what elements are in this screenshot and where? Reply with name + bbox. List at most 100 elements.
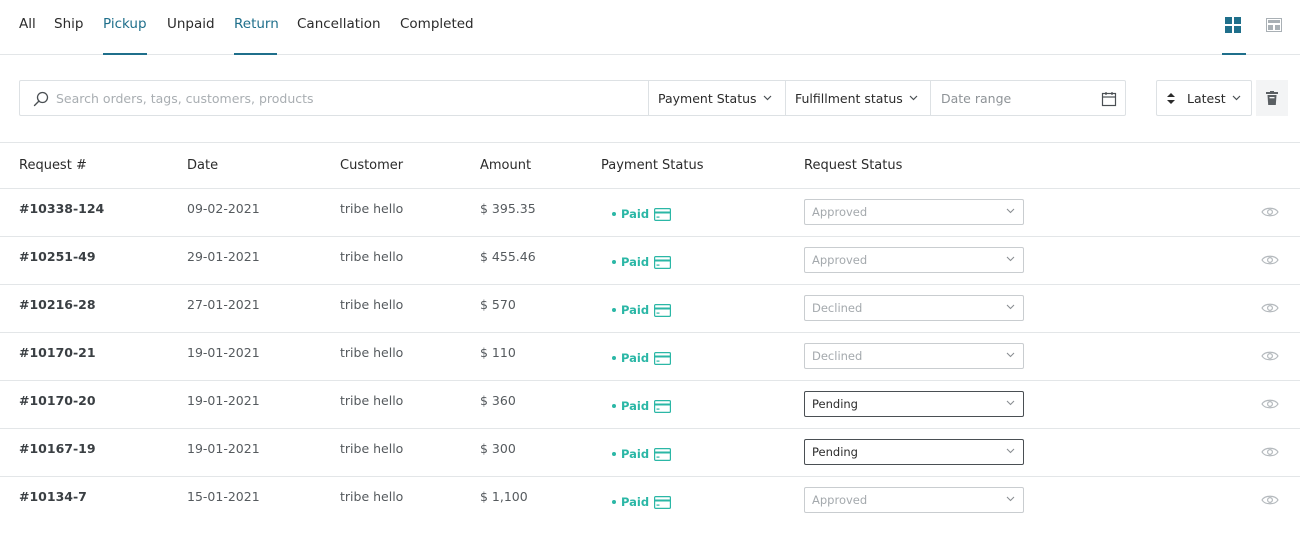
chevron-down-icon xyxy=(1006,496,1015,502)
request-number[interactable]: #10134-7 xyxy=(19,489,87,504)
header-customer: Customer xyxy=(340,158,404,173)
request-status-value: Declined xyxy=(812,349,863,363)
request-date: 09-02-2021 xyxy=(187,201,260,216)
payment-status-filter[interactable]: Payment Status xyxy=(649,81,786,115)
search-icon xyxy=(33,91,49,107)
grid-view-icon[interactable] xyxy=(1225,17,1241,33)
payment-status-badge: Paid xyxy=(612,207,672,221)
customer-name: tribe hello xyxy=(340,345,404,360)
eye-icon[interactable] xyxy=(1261,254,1279,266)
credit-card-icon xyxy=(654,207,672,221)
request-number[interactable]: #10338-124 xyxy=(19,201,104,216)
payment-status-label: Paid xyxy=(621,207,650,221)
delete-button[interactable] xyxy=(1256,80,1288,116)
table-body: #10338-124 09-02-2021 tribe hello $ 395.… xyxy=(0,189,1300,525)
request-status-select[interactable]: Pending xyxy=(804,439,1024,465)
request-amount: $ 570 xyxy=(480,297,516,312)
tab-ship[interactable]: Ship xyxy=(54,16,83,32)
tab-pickup[interactable]: Pickup xyxy=(103,16,147,32)
order-tabs: All Ship Pickup Unpaid Return Cancellati… xyxy=(0,0,1300,55)
request-status-value: Pending xyxy=(812,445,858,459)
request-status-select[interactable]: Approved xyxy=(804,247,1024,273)
payment-status-badge: Paid xyxy=(612,303,672,317)
request-status-value: Pending xyxy=(812,397,858,411)
request-number[interactable]: #10251-49 xyxy=(19,249,96,264)
header-payment-status: Payment Status xyxy=(601,158,704,173)
sort-label: Latest xyxy=(1187,90,1226,106)
eye-icon[interactable] xyxy=(1261,446,1279,458)
tab-all[interactable]: All xyxy=(19,16,36,32)
request-number[interactable]: #10170-20 xyxy=(19,393,96,408)
payment-status-badge: Paid xyxy=(612,255,672,269)
chevron-down-icon xyxy=(1006,304,1015,310)
status-dot xyxy=(612,500,616,504)
payment-status-label: Paid xyxy=(621,303,650,317)
customer-name: tribe hello xyxy=(340,201,404,216)
credit-card-icon xyxy=(654,447,672,461)
filter-bar: Payment Status Fulfillment status Date r… xyxy=(19,80,1126,116)
fulfillment-status-filter-label: Fulfillment status xyxy=(795,90,903,106)
request-status-select[interactable]: Declined xyxy=(804,295,1024,321)
eye-icon[interactable] xyxy=(1261,398,1279,410)
request-number[interactable]: #10216-28 xyxy=(19,297,96,312)
request-date: 19-01-2021 xyxy=(187,345,260,360)
tab-return[interactable]: Return xyxy=(234,16,279,32)
credit-card-icon xyxy=(654,303,672,317)
header-request-status: Request Status xyxy=(804,158,903,173)
request-number[interactable]: #10170-21 xyxy=(19,345,96,360)
table-row: #10251-49 29-01-2021 tribe hello $ 455.4… xyxy=(0,237,1300,285)
request-amount: $ 455.46 xyxy=(480,249,536,264)
customer-name: tribe hello xyxy=(340,297,404,312)
credit-card-icon xyxy=(654,351,672,365)
chevron-down-icon xyxy=(1006,352,1015,358)
table-header: Request # Date Customer Amount Payment S… xyxy=(0,143,1300,189)
search-box xyxy=(20,81,649,115)
table-row: #10170-21 19-01-2021 tribe hello $ 110 P… xyxy=(0,333,1300,381)
table-row: #10167-19 19-01-2021 tribe hello $ 300 P… xyxy=(0,429,1300,477)
date-range-picker[interactable]: Date range xyxy=(931,81,1125,115)
header-date: Date xyxy=(187,158,219,173)
chevron-down-icon xyxy=(909,95,918,101)
tab-unpaid[interactable]: Unpaid xyxy=(167,16,215,32)
payment-status-badge: Paid xyxy=(612,495,672,509)
search-input[interactable] xyxy=(56,81,636,115)
customer-name: tribe hello xyxy=(340,489,404,504)
eye-icon[interactable] xyxy=(1261,494,1279,506)
payment-status-label: Paid xyxy=(621,495,650,509)
tab-completed[interactable]: Completed xyxy=(400,16,474,32)
status-dot xyxy=(612,356,616,360)
chevron-down-icon xyxy=(1006,400,1015,406)
payment-status-label: Paid xyxy=(621,255,650,269)
sort-icon xyxy=(1167,92,1175,104)
request-amount: $ 360 xyxy=(480,393,516,408)
fulfillment-status-filter[interactable]: Fulfillment status xyxy=(786,81,931,115)
chevron-down-icon xyxy=(1232,95,1241,101)
request-amount: $ 395.35 xyxy=(480,201,536,216)
request-status-select[interactable]: Approved xyxy=(804,199,1024,225)
payment-status-label: Paid xyxy=(621,399,650,413)
customer-name: tribe hello xyxy=(340,441,404,456)
request-number[interactable]: #10167-19 xyxy=(19,441,96,456)
request-status-select[interactable]: Declined xyxy=(804,343,1024,369)
request-amount: $ 110 xyxy=(480,345,516,360)
request-amount: $ 1,100 xyxy=(480,489,528,504)
eye-icon[interactable] xyxy=(1261,350,1279,362)
eye-icon[interactable] xyxy=(1261,206,1279,218)
payment-status-label: Paid xyxy=(621,447,650,461)
request-status-select[interactable]: Approved xyxy=(804,487,1024,513)
view-toggle-underline xyxy=(1222,53,1246,55)
chevron-down-icon xyxy=(1006,448,1015,454)
status-dot xyxy=(612,260,616,264)
sort-dropdown[interactable]: Latest xyxy=(1156,80,1252,116)
payment-status-badge: Paid xyxy=(612,447,672,461)
table-view-icon[interactable] xyxy=(1266,17,1282,33)
request-date: 15-01-2021 xyxy=(187,489,260,504)
request-status-select[interactable]: Pending xyxy=(804,391,1024,417)
request-status-value: Approved xyxy=(812,205,868,219)
tab-cancellation[interactable]: Cancellation xyxy=(297,16,381,32)
eye-icon[interactable] xyxy=(1261,302,1279,314)
table-row: #10134-7 15-01-2021 tribe hello $ 1,100 … xyxy=(0,477,1300,525)
request-amount: $ 300 xyxy=(480,441,516,456)
request-date: 19-01-2021 xyxy=(187,393,260,408)
trash-icon xyxy=(1266,91,1278,105)
